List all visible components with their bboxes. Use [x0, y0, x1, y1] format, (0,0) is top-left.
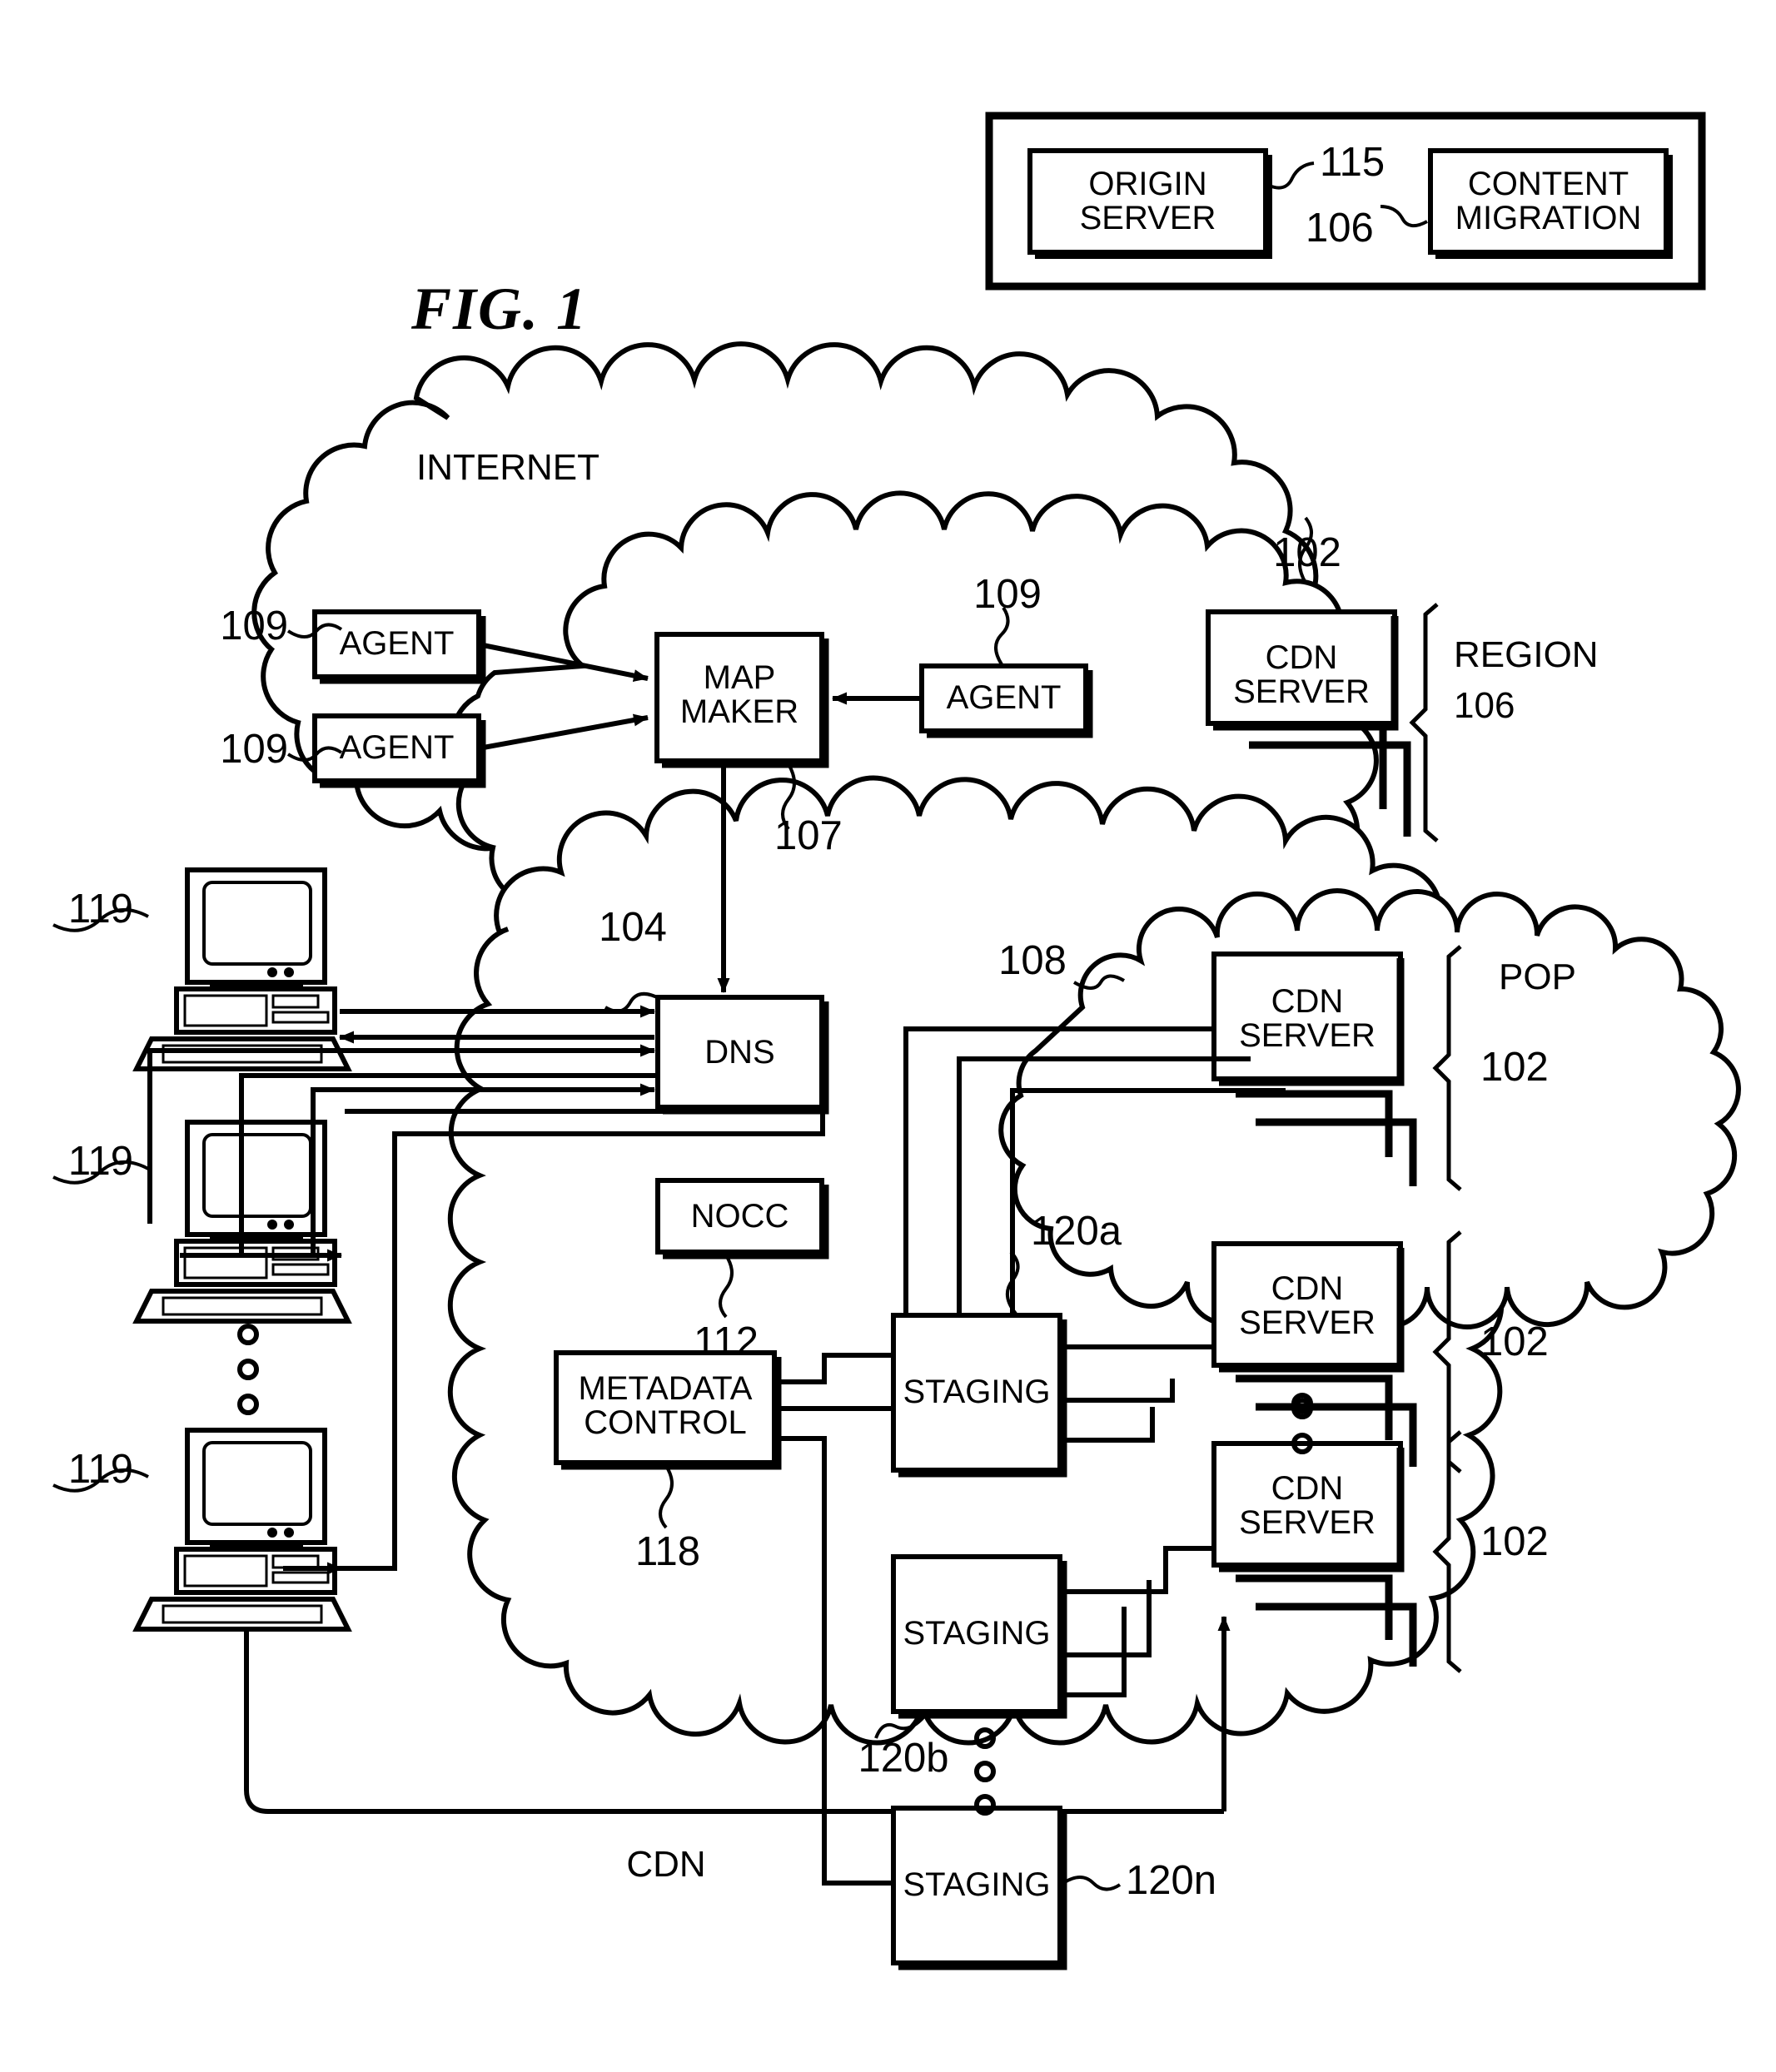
- ref-104: 104: [599, 905, 667, 950]
- origin-server-label: ORIGIN SERVER: [1079, 166, 1216, 236]
- client-ellipsis: [237, 1324, 259, 1415]
- ref-107: 107: [774, 813, 843, 858]
- agent-label-3: AGENT: [946, 679, 1062, 716]
- ref-102-region: 102: [1273, 530, 1341, 575]
- ref-109-a: 109: [220, 604, 288, 648]
- ref-109-b: 109: [220, 727, 288, 772]
- ref-119-c: 119: [67, 1447, 133, 1492]
- ref-115: 115: [1320, 140, 1385, 185]
- cdn-cloud-label: CDN: [626, 1844, 706, 1885]
- cdn-server-label-3: CDN SERVER: [1239, 1470, 1376, 1541]
- dns-label: DNS: [704, 1034, 775, 1071]
- staging-label-a: STAGING: [903, 1374, 1051, 1410]
- ref-108: 108: [998, 938, 1067, 983]
- map-maker-label: MAP MAKER: [679, 659, 799, 730]
- content-migration-label: CONTENT MIGRATION: [1455, 166, 1642, 236]
- ref-118: 118: [634, 1529, 701, 1574]
- agent-label-2: AGENT: [339, 729, 455, 766]
- ref-106-region: 106: [1454, 685, 1515, 726]
- ref-120a: 120a: [1031, 1209, 1122, 1254]
- figure-title: FIG. 1: [410, 276, 589, 342]
- ref-119-b: 119: [67, 1139, 133, 1184]
- staging-label-n: STAGING: [903, 1866, 1051, 1903]
- ref-112: 112: [693, 1319, 759, 1364]
- region-cdn-server-label: CDN SERVER: [1233, 639, 1370, 710]
- patent-figure-canvas: FIG. 1 ORIGIN SERVER CONTENT MIGRATION 1…: [0, 0, 1776, 2072]
- staging-label-b: STAGING: [903, 1615, 1051, 1652]
- nocc-label: NOCC: [690, 1198, 789, 1235]
- ref-102-group-3: 102: [1480, 1519, 1549, 1564]
- ref-106-legend: 106: [1306, 206, 1374, 251]
- region-label: REGION: [1454, 634, 1599, 675]
- pop-label: POP: [1499, 956, 1576, 997]
- ref-102-pop: 102: [1480, 1045, 1549, 1090]
- internet-cloud-label: INTERNET: [416, 447, 599, 488]
- ref-109-c: 109: [973, 572, 1042, 617]
- ref-102-group-2: 102: [1480, 1319, 1549, 1364]
- ref-120b: 120b: [858, 1736, 949, 1781]
- cdn-server-label-2: CDN SERVER: [1239, 1270, 1376, 1341]
- pop-cdn-server-label: CDN SERVER: [1239, 983, 1376, 1054]
- ref-120n: 120n: [1126, 1858, 1217, 1903]
- leader-120n: [1062, 1876, 1122, 1891]
- agent-label-1: AGENT: [339, 625, 455, 662]
- ref-119-a: 119: [67, 887, 133, 932]
- metadata-control-label: METADATA CONTROL: [578, 1370, 753, 1441]
